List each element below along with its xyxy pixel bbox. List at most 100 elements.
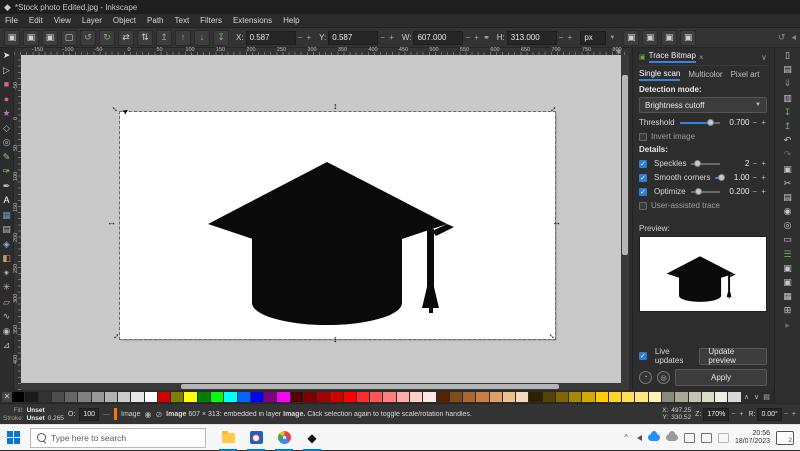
onedrive-icon[interactable]	[648, 434, 660, 441]
deselect-icon[interactable]: ▢	[61, 30, 77, 46]
panel-close-icon[interactable]: ×	[699, 53, 704, 62]
palette-swatch[interactable]	[131, 392, 143, 402]
taskbar-app[interactable]	[242, 425, 270, 451]
palette-swatch[interactable]	[330, 392, 342, 402]
palette-swatch[interactable]	[277, 392, 289, 402]
palette-swatch[interactable]	[715, 392, 727, 402]
tab-multicolor[interactable]: Multicolor	[688, 70, 722, 80]
dropper-tool[interactable]: ◈	[1, 239, 13, 250]
collapse-toolbar-icon[interactable]: ◂	[791, 32, 796, 43]
menu-view[interactable]: View	[54, 16, 71, 25]
menu-help[interactable]: Help	[283, 16, 299, 25]
vertical-scrollbar-thumb[interactable]	[622, 75, 628, 255]
panel-chevron-icon[interactable]: ∨	[761, 53, 767, 62]
speckles-checkbox[interactable]: ✓	[639, 160, 647, 168]
scale-handle-icon[interactable]: ↕	[333, 102, 338, 111]
duplicate-icon[interactable]: ▣	[780, 263, 796, 274]
layer-lock-icon[interactable]: ⊘	[155, 410, 162, 419]
gradient-tool[interactable]: ▦	[1, 210, 13, 221]
zoom-stepper[interactable]: − +	[731, 411, 744, 418]
lower-to-bottom-icon[interactable]: ↧	[213, 30, 229, 46]
open-document-icon[interactable]: ▤	[780, 64, 796, 75]
menu-object[interactable]: Object	[113, 16, 136, 25]
no-color-swatch[interactable]: ✕	[2, 392, 12, 402]
ungroup-icon[interactable]: ⊞	[780, 305, 796, 316]
lower-icon[interactable]: ↓	[194, 30, 210, 46]
export-icon[interactable]: ↥	[780, 121, 796, 132]
volume-icon[interactable]	[634, 435, 642, 441]
palette-swatch[interactable]	[171, 392, 183, 402]
print-icon[interactable]: ▥	[780, 93, 796, 104]
speckles-value[interactable]: 2	[725, 159, 749, 168]
taskbar-file-explorer[interactable]	[214, 425, 242, 451]
palette-swatch[interactable]	[556, 392, 568, 402]
layer-visibility-icon[interactable]: ◉	[144, 410, 151, 419]
cloud-icon[interactable]	[666, 434, 678, 441]
panel-info-button[interactable]: ◎	[657, 371, 670, 384]
palette-swatch[interactable]	[224, 392, 236, 402]
paint-bucket-tool[interactable]: ◧	[1, 253, 13, 264]
palette-swatch[interactable]	[516, 392, 528, 402]
optimize-stepper[interactable]: − +	[752, 187, 767, 196]
palette-swatch[interactable]	[158, 392, 170, 402]
palette-swatch[interactable]	[622, 392, 634, 402]
refresh-icon[interactable]: ↺	[778, 32, 786, 43]
palette-swatch[interactable]	[145, 392, 157, 402]
menu-filters[interactable]: Filters	[200, 16, 222, 25]
ellipse-tool[interactable]: ●	[1, 94, 13, 105]
connector-tool[interactable]: ∿	[1, 311, 13, 322]
new-document-icon[interactable]: ▯	[780, 50, 796, 61]
palette-swatch[interactable]	[476, 392, 488, 402]
rotate-cw-icon[interactable]: ↻	[99, 30, 115, 46]
palette-swatch[interactable]	[12, 392, 24, 402]
unit-select[interactable]: px	[580, 31, 606, 45]
horizontal-scrollbar[interactable]	[21, 383, 621, 390]
redo-icon[interactable]: ↷	[780, 149, 796, 160]
flip-vertical-icon[interactable]: ⇅	[137, 30, 153, 46]
palette-swatch[interactable]	[463, 392, 475, 402]
canvas[interactable]: ↔↕↔↔↔↔↕↔ ➤	[21, 55, 621, 383]
opacity-slider[interactable]: —	[103, 411, 110, 418]
y-field[interactable]: 0.587	[328, 31, 378, 45]
eraser-tool[interactable]: ▱	[1, 297, 13, 308]
select-all-layers-icon[interactable]: ▣	[42, 30, 58, 46]
rotation-field[interactable]: 0.00°	[757, 408, 781, 421]
lock-ratio-icon[interactable]: ⚭	[483, 33, 490, 42]
pen-tool[interactable]: ✑	[1, 166, 13, 177]
optimize-slider[interactable]	[691, 191, 721, 193]
threshold-slider[interactable]	[680, 122, 721, 124]
palette-swatch[interactable]	[344, 392, 356, 402]
rotate-ccw-icon[interactable]: ↺	[80, 30, 96, 46]
tweak-tool[interactable]: ✴	[1, 268, 13, 279]
palette-scroll-down-icon[interactable]: ∨	[752, 393, 762, 401]
palette-swatch[interactable]	[118, 392, 130, 402]
palette-swatch[interactable]	[543, 392, 555, 402]
paste-icon[interactable]: ▤	[780, 192, 796, 203]
palette-swatch[interactable]	[238, 392, 250, 402]
palette-swatch[interactable]	[317, 392, 329, 402]
opacity-field[interactable]: 100	[79, 408, 99, 421]
detection-mode-dropdown[interactable]: Brightness cutoff ▼	[639, 97, 767, 113]
vertical-scrollbar[interactable]	[621, 55, 629, 390]
user-assisted-checkbox[interactable]	[639, 202, 647, 210]
invert-image-checkbox[interactable]	[639, 133, 647, 141]
h-stepper[interactable]: − +	[559, 33, 574, 42]
zoom-tool[interactable]: ◉	[1, 326, 13, 337]
tab-single-scan[interactable]: Single scan	[639, 69, 680, 81]
palette-swatch[interactable]	[689, 392, 701, 402]
spiral-tool[interactable]: ◎	[1, 137, 13, 148]
palette-swatch[interactable]	[490, 392, 502, 402]
move-to-layer-icon[interactable]: ▣	[4, 30, 20, 46]
y-stepper[interactable]: − +	[380, 33, 395, 42]
palette-swatch[interactable]	[25, 392, 37, 402]
scale-stroke-toggle-icon[interactable]: ▣	[623, 30, 639, 46]
clone-icon[interactable]: ▣	[780, 277, 796, 288]
selector-tool[interactable]: ➤	[1, 50, 13, 61]
smooth-corners-slider[interactable]	[715, 177, 720, 179]
measure-tool[interactable]: ⊿	[1, 340, 13, 351]
scale-handle-icon[interactable]: ↕	[333, 335, 338, 344]
tray-icon-2[interactable]	[701, 433, 712, 443]
menu-layer[interactable]: Layer	[82, 16, 102, 25]
smooth-corners-stepper[interactable]: − +	[752, 173, 767, 182]
palette-swatch[interactable]	[78, 392, 90, 402]
